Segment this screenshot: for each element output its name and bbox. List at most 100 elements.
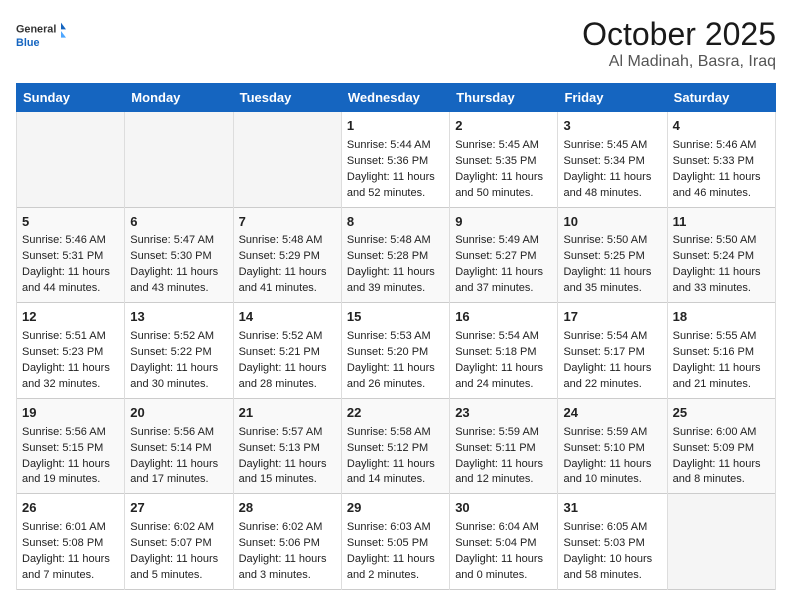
day-number: 4 <box>673 117 770 136</box>
day-info: Sunrise: 6:02 AM <box>130 520 227 536</box>
header-row: SundayMondayTuesdayWednesdayThursdayFrid… <box>17 84 776 112</box>
day-info: Sunrise: 5:45 AM <box>563 138 661 154</box>
calendar-cell: 30Sunrise: 6:04 AMSunset: 5:04 PMDayligh… <box>450 494 558 590</box>
day-number: 30 <box>455 499 552 518</box>
day-info: Sunset: 5:29 PM <box>239 249 336 265</box>
calendar-week-2: 5Sunrise: 5:46 AMSunset: 5:31 PMDaylight… <box>17 207 776 303</box>
calendar-cell: 1Sunrise: 5:44 AMSunset: 5:36 PMDaylight… <box>341 112 449 208</box>
header-friday: Friday <box>558 84 667 112</box>
day-info: and 35 minutes. <box>563 281 661 297</box>
calendar-cell: 12Sunrise: 5:51 AMSunset: 5:23 PMDayligh… <box>17 303 125 399</box>
page-header: General Blue October 2025 Al Madinah, Ba… <box>16 16 776 71</box>
calendar-cell: 24Sunrise: 5:59 AMSunset: 5:10 PMDayligh… <box>558 398 667 494</box>
day-info: Daylight: 11 hours <box>130 457 227 473</box>
location-title: Al Madinah, Basra, Iraq <box>582 53 776 71</box>
logo: General Blue <box>16 16 66 56</box>
day-info: and 39 minutes. <box>347 281 444 297</box>
day-info: and 22 minutes. <box>563 377 661 393</box>
day-number: 6 <box>130 213 227 232</box>
calendar-cell: 23Sunrise: 5:59 AMSunset: 5:11 PMDayligh… <box>450 398 558 494</box>
calendar-cell: 7Sunrise: 5:48 AMSunset: 5:29 PMDaylight… <box>233 207 341 303</box>
calendar-cell: 16Sunrise: 5:54 AMSunset: 5:18 PMDayligh… <box>450 303 558 399</box>
day-info: Daylight: 11 hours <box>347 265 444 281</box>
day-info: Sunset: 5:20 PM <box>347 345 444 361</box>
day-info: and 2 minutes. <box>347 568 444 584</box>
day-info: Daylight: 11 hours <box>22 265 119 281</box>
calendar-cell: 6Sunrise: 5:47 AMSunset: 5:30 PMDaylight… <box>125 207 233 303</box>
day-info: and 14 minutes. <box>347 472 444 488</box>
day-info: Sunset: 5:15 PM <box>22 441 119 457</box>
day-info: Daylight: 11 hours <box>563 170 661 186</box>
day-info: and 44 minutes. <box>22 281 119 297</box>
day-info: Sunrise: 5:56 AM <box>130 425 227 441</box>
day-info: Sunrise: 6:02 AM <box>239 520 336 536</box>
day-info: and 50 minutes. <box>455 186 552 202</box>
day-info: and 8 minutes. <box>673 472 770 488</box>
day-info: Daylight: 11 hours <box>22 457 119 473</box>
day-info: and 3 minutes. <box>239 568 336 584</box>
header-sunday: Sunday <box>17 84 125 112</box>
day-info: Sunrise: 5:53 AM <box>347 329 444 345</box>
day-info: and 12 minutes. <box>455 472 552 488</box>
day-number: 24 <box>563 404 661 423</box>
calendar-cell: 13Sunrise: 5:52 AMSunset: 5:22 PMDayligh… <box>125 303 233 399</box>
calendar-cell: 2Sunrise: 5:45 AMSunset: 5:35 PMDaylight… <box>450 112 558 208</box>
header-wednesday: Wednesday <box>341 84 449 112</box>
calendar-cell: 22Sunrise: 5:58 AMSunset: 5:12 PMDayligh… <box>341 398 449 494</box>
day-info: and 46 minutes. <box>673 186 770 202</box>
day-info: Sunset: 5:24 PM <box>673 249 770 265</box>
day-info: and 30 minutes. <box>130 377 227 393</box>
day-info: Sunrise: 5:49 AM <box>455 233 552 249</box>
day-info: and 33 minutes. <box>673 281 770 297</box>
day-info: Sunrise: 5:47 AM <box>130 233 227 249</box>
day-number: 23 <box>455 404 552 423</box>
header-saturday: Saturday <box>667 84 775 112</box>
day-info: Sunset: 5:36 PM <box>347 154 444 170</box>
day-info: Daylight: 11 hours <box>347 457 444 473</box>
calendar-week-4: 19Sunrise: 5:56 AMSunset: 5:15 PMDayligh… <box>17 398 776 494</box>
day-info: Sunrise: 5:59 AM <box>563 425 661 441</box>
day-number: 3 <box>563 117 661 136</box>
day-info: Daylight: 11 hours <box>563 265 661 281</box>
day-info: Sunset: 5:27 PM <box>455 249 552 265</box>
calendar-table: SundayMondayTuesdayWednesdayThursdayFrid… <box>16 83 776 590</box>
day-info: Sunset: 5:09 PM <box>673 441 770 457</box>
day-info: Sunrise: 6:01 AM <box>22 520 119 536</box>
day-info: Sunrise: 6:05 AM <box>563 520 661 536</box>
day-info: Sunset: 5:22 PM <box>130 345 227 361</box>
day-info: Daylight: 11 hours <box>130 552 227 568</box>
day-info: and 41 minutes. <box>239 281 336 297</box>
day-number: 12 <box>22 308 119 327</box>
day-info: Sunrise: 5:46 AM <box>22 233 119 249</box>
day-info: and 19 minutes. <box>22 472 119 488</box>
day-number: 13 <box>130 308 227 327</box>
day-number: 17 <box>563 308 661 327</box>
day-info: and 26 minutes. <box>347 377 444 393</box>
day-number: 15 <box>347 308 444 327</box>
day-info: Sunrise: 5:58 AM <box>347 425 444 441</box>
day-info: and 21 minutes. <box>673 377 770 393</box>
calendar-cell: 29Sunrise: 6:03 AMSunset: 5:05 PMDayligh… <box>341 494 449 590</box>
day-number: 25 <box>673 404 770 423</box>
calendar-cell: 19Sunrise: 5:56 AMSunset: 5:15 PMDayligh… <box>17 398 125 494</box>
day-info: Sunset: 5:05 PM <box>347 536 444 552</box>
day-number: 8 <box>347 213 444 232</box>
day-info: Daylight: 11 hours <box>455 457 552 473</box>
day-info: Sunrise: 6:04 AM <box>455 520 552 536</box>
day-info: and 58 minutes. <box>563 568 661 584</box>
day-info: Daylight: 11 hours <box>239 552 336 568</box>
day-info: Daylight: 11 hours <box>22 552 119 568</box>
day-info: Sunrise: 5:51 AM <box>22 329 119 345</box>
day-info: Sunset: 5:04 PM <box>455 536 552 552</box>
day-info: Daylight: 11 hours <box>22 361 119 377</box>
calendar-cell: 31Sunrise: 6:05 AMSunset: 5:03 PMDayligh… <box>558 494 667 590</box>
day-info: Sunset: 5:25 PM <box>563 249 661 265</box>
day-info: Sunset: 5:35 PM <box>455 154 552 170</box>
day-info: Daylight: 11 hours <box>673 457 770 473</box>
day-info: Daylight: 11 hours <box>347 170 444 186</box>
day-info: Sunrise: 5:54 AM <box>455 329 552 345</box>
day-info: and 10 minutes. <box>563 472 661 488</box>
day-info: Sunrise: 5:56 AM <box>22 425 119 441</box>
day-number: 14 <box>239 308 336 327</box>
calendar-cell <box>17 112 125 208</box>
